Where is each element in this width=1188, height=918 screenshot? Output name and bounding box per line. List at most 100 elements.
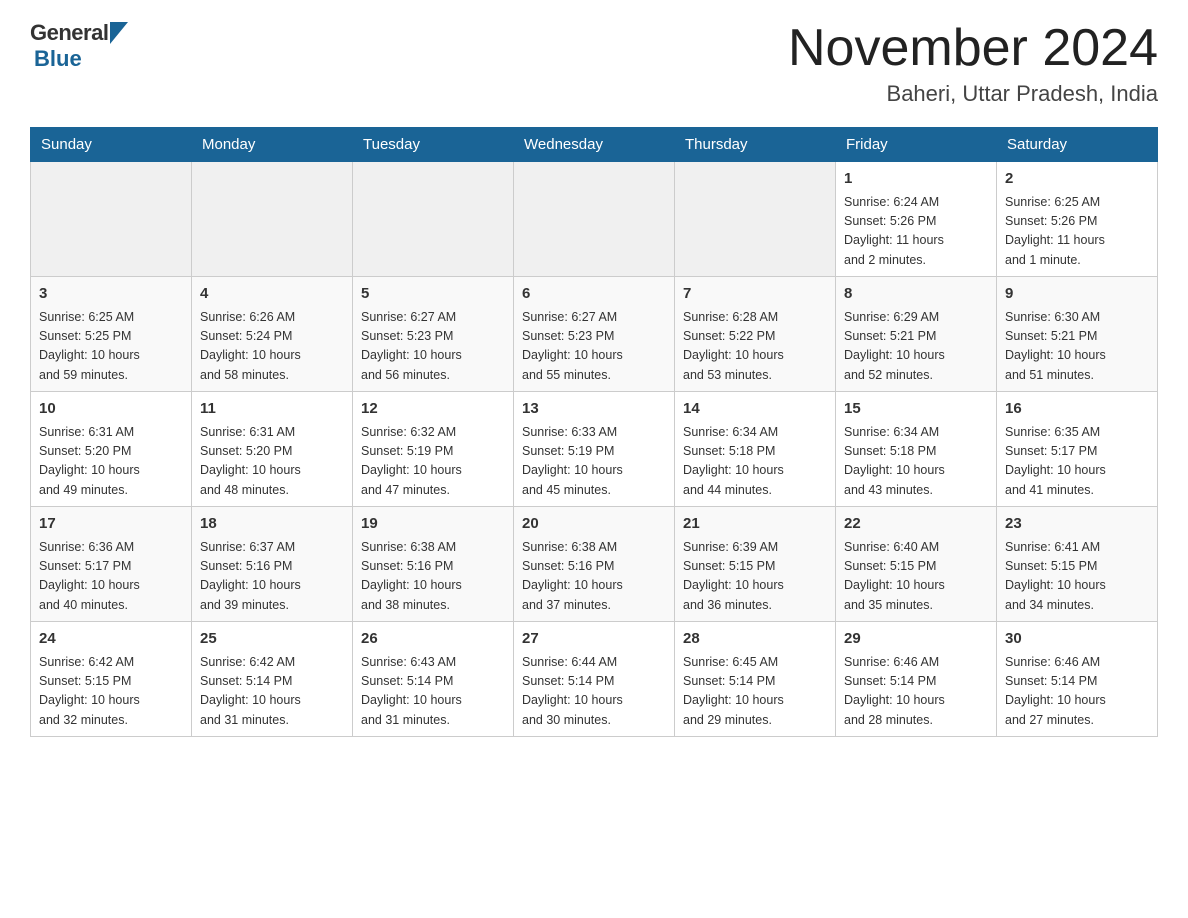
day-info: Sunrise: 6:41 AM Sunset: 5:15 PM Dayligh…: [1005, 538, 1149, 616]
day-number: 10: [39, 398, 183, 421]
calendar-cell: 2Sunrise: 6:25 AM Sunset: 5:26 PM Daylig…: [997, 162, 1158, 277]
day-number: 11: [200, 398, 344, 421]
day-number: 20: [522, 513, 666, 536]
calendar-cell: 19Sunrise: 6:38 AM Sunset: 5:16 PM Dayli…: [353, 507, 514, 622]
calendar-cell: 28Sunrise: 6:45 AM Sunset: 5:14 PM Dayli…: [675, 622, 836, 737]
day-number: 25: [200, 628, 344, 651]
day-info: Sunrise: 6:46 AM Sunset: 5:14 PM Dayligh…: [1005, 653, 1149, 731]
day-info: Sunrise: 6:44 AM Sunset: 5:14 PM Dayligh…: [522, 653, 666, 731]
calendar-table: SundayMondayTuesdayWednesdayThursdayFrid…: [30, 127, 1158, 737]
day-info: Sunrise: 6:43 AM Sunset: 5:14 PM Dayligh…: [361, 653, 505, 731]
calendar-header-monday: Monday: [192, 128, 353, 162]
day-number: 18: [200, 513, 344, 536]
calendar-week-row: 3Sunrise: 6:25 AM Sunset: 5:25 PM Daylig…: [31, 277, 1158, 392]
day-number: 7: [683, 283, 827, 306]
calendar-cell: 27Sunrise: 6:44 AM Sunset: 5:14 PM Dayli…: [514, 622, 675, 737]
day-number: 16: [1005, 398, 1149, 421]
day-number: 29: [844, 628, 988, 651]
day-number: 1: [844, 168, 988, 191]
day-info: Sunrise: 6:39 AM Sunset: 5:15 PM Dayligh…: [683, 538, 827, 616]
day-info: Sunrise: 6:34 AM Sunset: 5:18 PM Dayligh…: [683, 423, 827, 501]
calendar-cell: 26Sunrise: 6:43 AM Sunset: 5:14 PM Dayli…: [353, 622, 514, 737]
day-number: 9: [1005, 283, 1149, 306]
day-info: Sunrise: 6:42 AM Sunset: 5:14 PM Dayligh…: [200, 653, 344, 731]
day-info: Sunrise: 6:42 AM Sunset: 5:15 PM Dayligh…: [39, 653, 183, 731]
calendar-header-wednesday: Wednesday: [514, 128, 675, 162]
day-info: Sunrise: 6:25 AM Sunset: 5:26 PM Dayligh…: [1005, 193, 1149, 271]
day-info: Sunrise: 6:31 AM Sunset: 5:20 PM Dayligh…: [200, 423, 344, 501]
day-number: 4: [200, 283, 344, 306]
calendar-cell: 29Sunrise: 6:46 AM Sunset: 5:14 PM Dayli…: [836, 622, 997, 737]
header-right: November 2024 Baheri, Uttar Pradesh, Ind…: [788, 20, 1158, 107]
calendar-cell: 17Sunrise: 6:36 AM Sunset: 5:17 PM Dayli…: [31, 507, 192, 622]
page-header: General Blue November 2024 Baheri, Uttar…: [30, 20, 1158, 107]
calendar-cell: 21Sunrise: 6:39 AM Sunset: 5:15 PM Dayli…: [675, 507, 836, 622]
logo-general-text: General: [30, 20, 108, 46]
day-info: Sunrise: 6:38 AM Sunset: 5:16 PM Dayligh…: [522, 538, 666, 616]
calendar-cell: [514, 162, 675, 277]
day-number: 5: [361, 283, 505, 306]
day-number: 13: [522, 398, 666, 421]
calendar-cell: [31, 162, 192, 277]
calendar-week-row: 17Sunrise: 6:36 AM Sunset: 5:17 PM Dayli…: [31, 507, 1158, 622]
day-info: Sunrise: 6:38 AM Sunset: 5:16 PM Dayligh…: [361, 538, 505, 616]
day-info: Sunrise: 6:34 AM Sunset: 5:18 PM Dayligh…: [844, 423, 988, 501]
calendar-cell: 5Sunrise: 6:27 AM Sunset: 5:23 PM Daylig…: [353, 277, 514, 392]
day-info: Sunrise: 6:30 AM Sunset: 5:21 PM Dayligh…: [1005, 308, 1149, 386]
calendar-week-row: 24Sunrise: 6:42 AM Sunset: 5:15 PM Dayli…: [31, 622, 1158, 737]
calendar-header-row: SundayMondayTuesdayWednesdayThursdayFrid…: [31, 128, 1158, 162]
day-number: 2: [1005, 168, 1149, 191]
calendar-cell: 7Sunrise: 6:28 AM Sunset: 5:22 PM Daylig…: [675, 277, 836, 392]
calendar-cell: [675, 162, 836, 277]
calendar-week-row: 10Sunrise: 6:31 AM Sunset: 5:20 PM Dayli…: [31, 392, 1158, 507]
calendar-cell: 30Sunrise: 6:46 AM Sunset: 5:14 PM Dayli…: [997, 622, 1158, 737]
calendar-header-sunday: Sunday: [31, 128, 192, 162]
day-number: 6: [522, 283, 666, 306]
day-info: Sunrise: 6:36 AM Sunset: 5:17 PM Dayligh…: [39, 538, 183, 616]
day-info: Sunrise: 6:28 AM Sunset: 5:22 PM Dayligh…: [683, 308, 827, 386]
day-number: 14: [683, 398, 827, 421]
calendar-cell: 25Sunrise: 6:42 AM Sunset: 5:14 PM Dayli…: [192, 622, 353, 737]
calendar-cell: 8Sunrise: 6:29 AM Sunset: 5:21 PM Daylig…: [836, 277, 997, 392]
day-number: 12: [361, 398, 505, 421]
calendar-cell: 13Sunrise: 6:33 AM Sunset: 5:19 PM Dayli…: [514, 392, 675, 507]
calendar-week-row: 1Sunrise: 6:24 AM Sunset: 5:26 PM Daylig…: [31, 162, 1158, 277]
day-number: 19: [361, 513, 505, 536]
calendar-cell: 4Sunrise: 6:26 AM Sunset: 5:24 PM Daylig…: [192, 277, 353, 392]
day-number: 28: [683, 628, 827, 651]
calendar-cell: 11Sunrise: 6:31 AM Sunset: 5:20 PM Dayli…: [192, 392, 353, 507]
day-number: 22: [844, 513, 988, 536]
calendar-cell: 1Sunrise: 6:24 AM Sunset: 5:26 PM Daylig…: [836, 162, 997, 277]
day-info: Sunrise: 6:45 AM Sunset: 5:14 PM Dayligh…: [683, 653, 827, 731]
day-info: Sunrise: 6:27 AM Sunset: 5:23 PM Dayligh…: [522, 308, 666, 386]
day-number: 30: [1005, 628, 1149, 651]
day-info: Sunrise: 6:46 AM Sunset: 5:14 PM Dayligh…: [844, 653, 988, 731]
day-number: 8: [844, 283, 988, 306]
day-number: 17: [39, 513, 183, 536]
calendar-cell: 10Sunrise: 6:31 AM Sunset: 5:20 PM Dayli…: [31, 392, 192, 507]
calendar-header-thursday: Thursday: [675, 128, 836, 162]
day-info: Sunrise: 6:37 AM Sunset: 5:16 PM Dayligh…: [200, 538, 344, 616]
logo-flag-icon: [110, 22, 128, 44]
calendar-header-saturday: Saturday: [997, 128, 1158, 162]
calendar-cell: 24Sunrise: 6:42 AM Sunset: 5:15 PM Dayli…: [31, 622, 192, 737]
day-info: Sunrise: 6:25 AM Sunset: 5:25 PM Dayligh…: [39, 308, 183, 386]
calendar-cell: 3Sunrise: 6:25 AM Sunset: 5:25 PM Daylig…: [31, 277, 192, 392]
day-info: Sunrise: 6:29 AM Sunset: 5:21 PM Dayligh…: [844, 308, 988, 386]
day-number: 3: [39, 283, 183, 306]
day-number: 27: [522, 628, 666, 651]
calendar-cell: 20Sunrise: 6:38 AM Sunset: 5:16 PM Dayli…: [514, 507, 675, 622]
day-number: 21: [683, 513, 827, 536]
day-info: Sunrise: 6:31 AM Sunset: 5:20 PM Dayligh…: [39, 423, 183, 501]
day-info: Sunrise: 6:35 AM Sunset: 5:17 PM Dayligh…: [1005, 423, 1149, 501]
month-title: November 2024: [788, 20, 1158, 77]
calendar-cell: [192, 162, 353, 277]
day-info: Sunrise: 6:26 AM Sunset: 5:24 PM Dayligh…: [200, 308, 344, 386]
logo: General Blue: [30, 20, 128, 72]
day-number: 23: [1005, 513, 1149, 536]
calendar-cell: 6Sunrise: 6:27 AM Sunset: 5:23 PM Daylig…: [514, 277, 675, 392]
calendar-cell: 14Sunrise: 6:34 AM Sunset: 5:18 PM Dayli…: [675, 392, 836, 507]
day-number: 26: [361, 628, 505, 651]
day-info: Sunrise: 6:27 AM Sunset: 5:23 PM Dayligh…: [361, 308, 505, 386]
day-number: 15: [844, 398, 988, 421]
